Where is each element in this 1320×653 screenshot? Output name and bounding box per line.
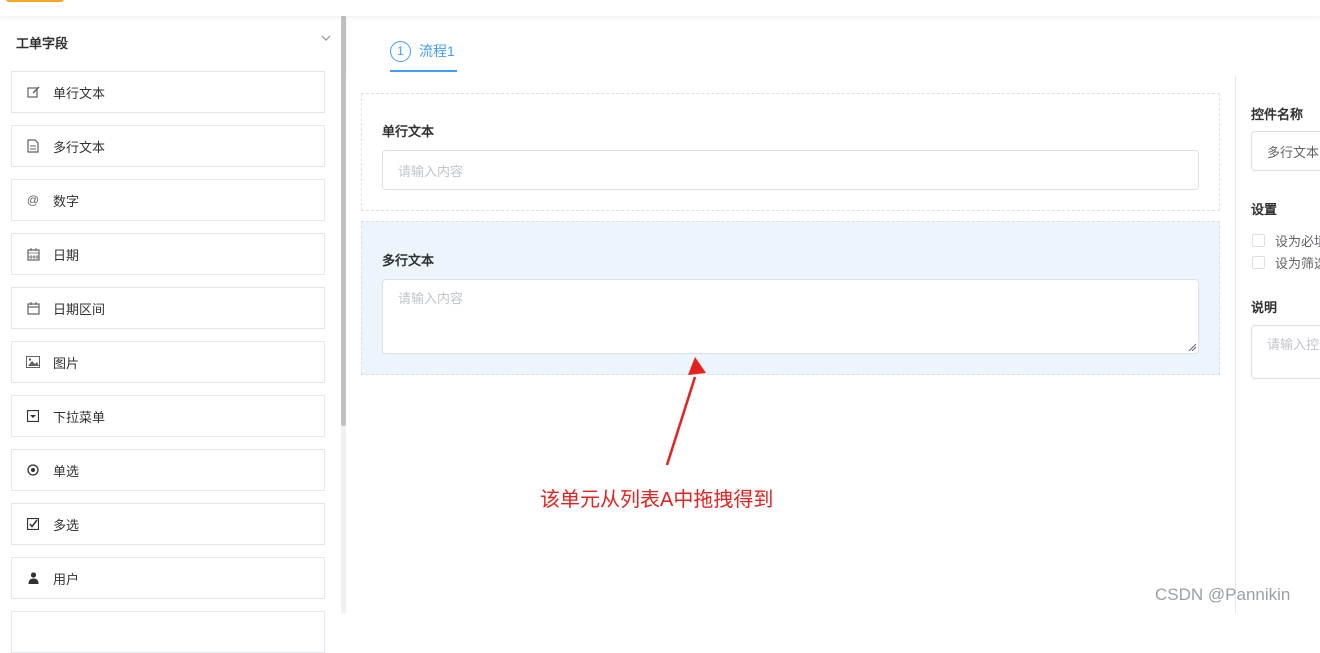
sidebar-title: 工单字段	[16, 36, 69, 51]
field-item-user[interactable]: 用户	[11, 557, 325, 599]
document-icon	[25, 138, 41, 154]
calendar-range-icon	[25, 300, 41, 316]
text-input[interactable]: 请输入内容	[382, 150, 1199, 190]
chevron-down-icon[interactable]	[320, 32, 332, 44]
field-item-single-line[interactable]: 单行文本	[11, 71, 325, 113]
field-item-date-range[interactable]: 日期区间	[11, 287, 325, 329]
required-checkbox[interactable]: 设为必填	[1252, 231, 1320, 250]
active-tab-indicator	[390, 70, 457, 72]
control-name-input[interactable]: 多行文本	[1251, 131, 1320, 171]
annotation-text: 该单元从列表A中拖拽得到	[540, 489, 774, 511]
user-icon	[25, 570, 41, 586]
tab-step-number: 1	[390, 40, 411, 62]
field-sidebar: 工单字段 单行文本 多行文本 @ 数字 日期 日期区间 图片 下拉菜单 单选 多…	[0, 16, 341, 653]
field-item-label: 下拉菜单	[53, 409, 106, 425]
checkbox-box[interactable]	[1252, 256, 1265, 269]
field-item-multi-line[interactable]: 多行文本	[11, 125, 325, 167]
field-item-label: 日期	[53, 247, 80, 263]
checkbox-label: 设为筛选	[1275, 256, 1320, 271]
checkbox-icon	[25, 516, 41, 532]
description-textarea[interactable]: 请输入控件说明	[1251, 325, 1320, 379]
field-item-label: 单选	[53, 463, 80, 479]
field-item-label: 日期区间	[53, 301, 106, 317]
form-item-label: 单行文本	[382, 124, 435, 139]
properties-panel: 控件名称 多行文本 设置 设为必填 设为筛选 说明 请输入控件说明	[1236, 76, 1320, 613]
control-name-title: 控件名称	[1251, 107, 1304, 122]
field-item-image[interactable]: 图片	[11, 341, 325, 383]
field-item-number[interactable]: @ 数字	[11, 179, 325, 221]
resize-grip-icon[interactable]	[1188, 343, 1196, 351]
at-icon: @	[26, 193, 40, 207]
field-item-dropdown[interactable]: 下拉菜单	[11, 395, 325, 437]
top-button-fragment[interactable]	[6, 0, 64, 2]
textarea-placeholder: 请输入内容	[398, 291, 464, 306]
field-item-checkbox[interactable]: 多选	[11, 503, 325, 545]
radio-icon	[25, 462, 41, 478]
tab-label: 流程1	[419, 43, 455, 59]
form-item-multi-line[interactable]: 多行文本 请输入内容	[361, 221, 1220, 375]
field-item-label: 图片	[53, 355, 80, 371]
checkbox-box[interactable]	[1252, 234, 1265, 247]
field-item-label: 单行文本	[53, 85, 106, 101]
field-item-label: 多行文本	[53, 139, 106, 155]
field-item-radio[interactable]: 单选	[11, 449, 325, 491]
image-icon	[25, 354, 41, 370]
top-bar	[0, 0, 1320, 16]
field-item-date[interactable]: 日期	[11, 233, 325, 275]
textarea-input[interactable]: 请输入内容	[382, 279, 1199, 354]
sidebar-scrollbar-thumb[interactable]	[341, 16, 346, 426]
field-item-label: 用户	[53, 571, 80, 587]
watermark: CSDN @Pannikin	[1155, 585, 1291, 604]
description-title: 说明	[1251, 300, 1278, 315]
annotation-arrow-icon	[665, 357, 706, 466]
form-item-label: 多行文本	[382, 253, 435, 268]
field-item-label: 多选	[53, 517, 80, 533]
form-canvas: 单行文本 请输入内容 多行文本 请输入内容	[347, 76, 1235, 613]
field-item-partial[interactable]	[11, 611, 325, 653]
dropdown-icon	[25, 408, 41, 424]
field-item-label: 数字	[53, 193, 80, 209]
edit-icon	[25, 84, 41, 100]
process-tabs: 1 流程1	[347, 16, 1320, 76]
form-item-single-line[interactable]: 单行文本 请输入内容	[361, 93, 1220, 211]
tab-process-1[interactable]: 1 流程1	[390, 40, 455, 62]
settings-title: 设置	[1251, 202, 1278, 217]
filter-checkbox[interactable]: 设为筛选	[1252, 253, 1320, 272]
checkbox-label: 设为必填	[1275, 234, 1320, 249]
calendar-icon	[25, 246, 41, 262]
